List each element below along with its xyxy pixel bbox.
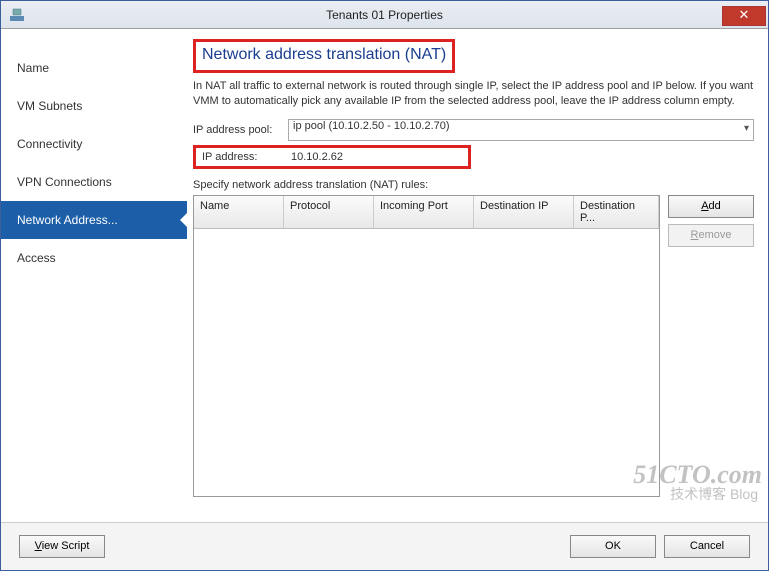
- cancel-button[interactable]: Cancel: [664, 535, 750, 558]
- titlebar: Tenants 01 Properties ✕: [1, 1, 768, 29]
- main-panel: Network address translation (NAT) In NAT…: [187, 29, 768, 522]
- ip-pool-dropdown[interactable]: ip pool (10.10.2.50 - 10.10.2.70) ▾: [288, 119, 754, 141]
- add-button[interactable]: Add: [668, 195, 754, 218]
- chevron-down-icon: ▾: [744, 123, 749, 134]
- sidebar: Name VM Subnets Connectivity VPN Connect…: [1, 29, 187, 522]
- col-incoming-port[interactable]: Incoming Port: [374, 196, 474, 228]
- ip-address-label: IP address:: [202, 151, 291, 163]
- sidebar-item-vpn-connections[interactable]: VPN Connections: [1, 163, 187, 201]
- ip-pool-value: ip pool (10.10.2.50 - 10.10.2.70): [293, 120, 450, 132]
- dialog-window: Tenants 01 Properties ✕ Name VM Subnets …: [0, 0, 769, 571]
- close-button[interactable]: ✕: [722, 6, 766, 26]
- sidebar-item-connectivity[interactable]: Connectivity: [1, 125, 187, 163]
- ip-address-value: 10.10.2.62: [291, 151, 343, 163]
- nat-rules-table[interactable]: Name Protocol Incoming Port Destination …: [193, 195, 660, 497]
- remove-button: Remove: [668, 224, 754, 247]
- sidebar-item-vm-subnets[interactable]: VM Subnets: [1, 87, 187, 125]
- sidebar-item-network-address[interactable]: Network Address...: [1, 201, 187, 239]
- table-header: Name Protocol Incoming Port Destination …: [194, 196, 659, 229]
- col-destination-port[interactable]: Destination P...: [574, 196, 659, 228]
- col-protocol[interactable]: Protocol: [284, 196, 374, 228]
- page-title: Network address translation (NAT): [202, 46, 446, 63]
- window-title: Tenants 01 Properties: [0, 8, 769, 22]
- ok-button[interactable]: OK: [570, 535, 656, 558]
- view-script-button[interactable]: View Script: [19, 535, 105, 558]
- ip-pool-label: IP address pool:: [193, 124, 288, 136]
- sidebar-item-name[interactable]: Name: [1, 49, 187, 87]
- ip-address-highlight: IP address: 10.10.2.62: [193, 145, 471, 169]
- rules-label: Specify network address translation (NAT…: [193, 179, 754, 191]
- description-text: In NAT all traffic to external network i…: [193, 79, 754, 109]
- footer: View Script OK Cancel: [1, 522, 768, 570]
- col-name[interactable]: Name: [194, 196, 284, 228]
- heading-highlight: Network address translation (NAT): [193, 39, 455, 73]
- sidebar-item-access[interactable]: Access: [1, 239, 187, 277]
- app-icon: [9, 7, 25, 23]
- col-destination-ip[interactable]: Destination IP: [474, 196, 574, 228]
